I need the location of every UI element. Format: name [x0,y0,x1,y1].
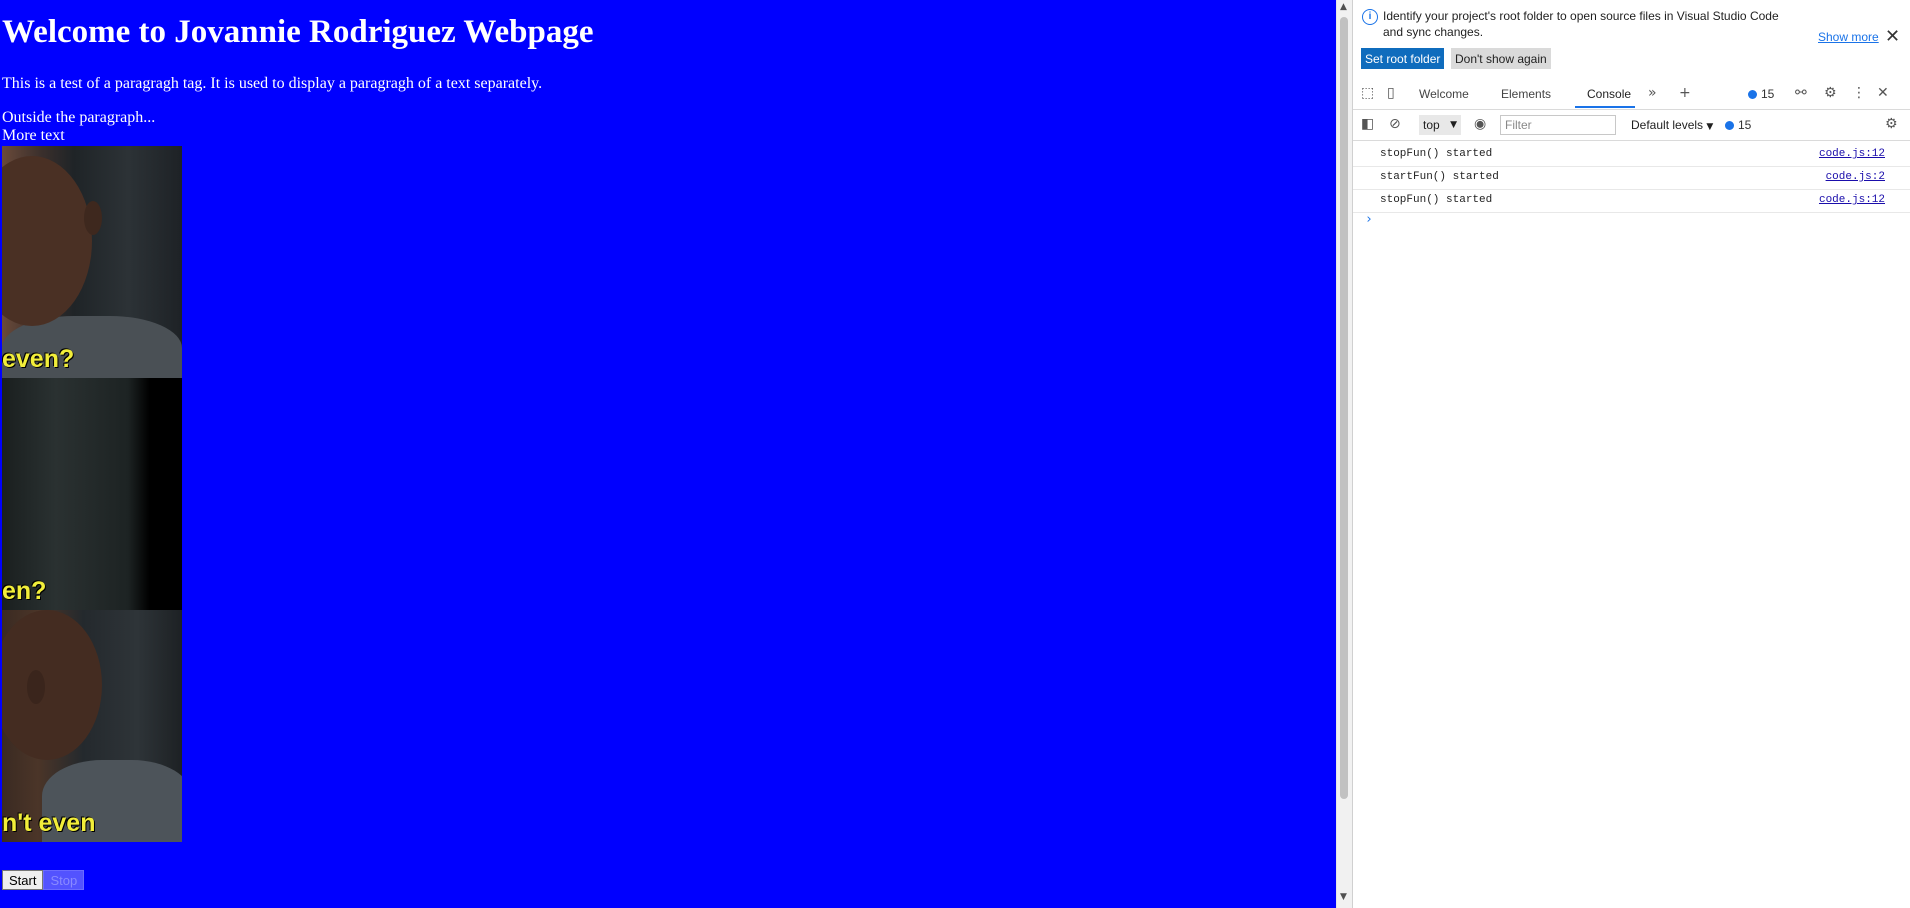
console-message: startFun() started code.js:2 [1353,167,1910,190]
inspect-element-icon[interactable]: ⬚ [1361,85,1374,101]
intro-paragraph: This is a test of a paragragh tag. It is… [2,75,543,92]
console-message-text: stopFun() started [1380,148,1493,160]
web-page-viewport: Welcome to Jovannie Rodriguez Webpage Th… [0,0,1336,908]
button-row: Start Stop [2,870,85,890]
caret-down-icon: ▼ [1706,122,1714,132]
tab-console[interactable]: Console [1587,87,1631,101]
page-heading: Welcome to Jovannie Rodriguez Webpage [2,14,594,50]
gif-caption: n't even [2,809,96,837]
live-expression-eye-icon[interactable]: ◉ [1474,116,1486,132]
source-link[interactable]: code.js:2 [1826,171,1885,183]
source-link[interactable]: code.js:12 [1819,148,1885,160]
stop-button[interactable]: Stop [43,870,85,890]
more-text: More text [2,127,65,144]
levels-label: Default levels [1631,118,1704,132]
active-tab-indicator [1575,106,1635,108]
info-icon: i [1362,9,1378,25]
tab-welcome[interactable]: Welcome [1419,87,1469,101]
console-message: stopFun() started code.js:12 [1353,190,1910,213]
source-link[interactable]: code.js:12 [1819,194,1885,206]
issues-count: 15 [1761,87,1775,101]
ear-shape [84,201,102,235]
workspace-infobar: i Identify your project's root folder to… [1353,0,1910,76]
console-prompt-chevron-icon[interactable]: › [1365,212,1373,227]
settings-gear-icon[interactable]: ⚙ [1824,85,1837,101]
close-devtools-icon[interactable]: ✕ [1877,85,1889,101]
gif-frame-3: n't even [2,610,182,842]
console-message-text: startFun() started [1380,171,1499,183]
ear-shape [27,670,45,704]
messages-count-badge[interactable]: 15 [1725,118,1751,132]
outside-paragraph-text: Outside the paragraph... [2,109,156,126]
scroll-down-icon[interactable]: ▼ [1340,892,1347,902]
gif-caption: even? [2,345,75,373]
message-icon [1725,121,1734,130]
infobar-message: Identify your project's root folder to o… [1383,9,1779,39]
messages-count: 15 [1738,118,1752,132]
gif-frame-1: even? [2,146,182,378]
context-selector[interactable]: top ▼ [1419,115,1461,135]
sidebar-toggle-icon[interactable]: ◧ [1361,116,1374,132]
clear-console-icon[interactable]: ⊘ [1389,116,1401,132]
console-settings-gear-icon[interactable]: ⚙ [1885,116,1898,132]
more-tabs-icon[interactable]: » [1648,85,1657,101]
scroll-up-icon[interactable]: ▲ [1340,2,1347,12]
set-root-folder-button[interactable]: Set root folder [1361,48,1445,69]
message-icon [1748,90,1757,99]
issues-badge[interactable]: 15 [1748,87,1774,101]
gif-frame-2: en? [2,378,182,610]
face-shape [2,156,92,326]
device-emulation-icon[interactable]: ▯ [1387,85,1395,101]
close-icon[interactable]: ✕ [1885,26,1900,47]
console-message: stopFun() started code.js:12 [1353,144,1910,167]
dont-show-again-button[interactable]: Don't show again [1451,48,1551,69]
console-toolbar: ◧ ⊘ top ▼ ◉ Default levels ▼ 15 ⚙ [1353,110,1910,141]
page-scrollbar[interactable]: ▲ ▼ [1336,0,1352,908]
filter-input[interactable] [1500,115,1616,135]
console-output: stopFun() started code.js:12 startFun() … [1353,144,1910,227]
caret-down-icon: ▼ [1450,120,1457,130]
devtools-tab-bar: ⬚ ▯ Welcome Elements Console » + 15 ⚯ ⚙ … [1353,79,1910,110]
show-more-link[interactable]: Show more [1818,30,1879,44]
gif-caption: en? [2,577,47,605]
face-shape [2,610,102,760]
more-options-icon[interactable]: ⋮ [1852,85,1866,101]
log-levels-dropdown[interactable]: Default levels ▼ [1631,118,1713,132]
console-message-text: stopFun() started [1380,194,1493,206]
context-label: top [1423,118,1440,132]
connection-icon[interactable]: ⚯ [1795,85,1807,101]
devtools-panel: i Identify your project's root folder to… [1352,0,1910,908]
start-button[interactable]: Start [2,870,44,890]
scrollbar-thumb[interactable] [1340,17,1348,799]
add-tab-icon[interactable]: + [1679,85,1691,101]
tab-elements[interactable]: Elements [1501,87,1551,101]
